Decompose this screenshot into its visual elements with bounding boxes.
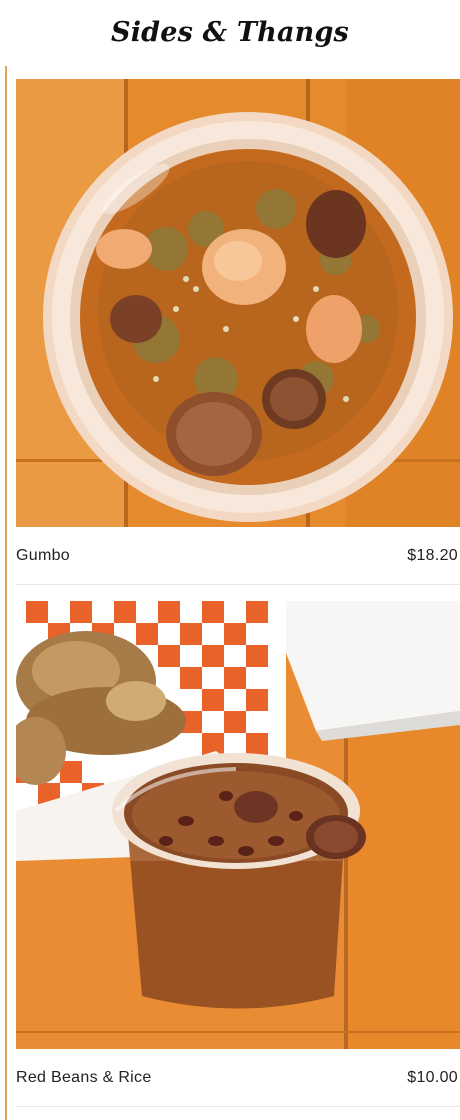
menu-item-card-red-beans-rice[interactable]: Red Beans & Rice $10.00: [16, 601, 460, 1107]
item-name: Gumbo: [16, 546, 70, 564]
red-beans-rice-photo[interactable]: [16, 601, 460, 1049]
item-price: $10.00: [407, 1068, 458, 1086]
menu-item-card-gumbo[interactable]: Gumbo $18.20: [16, 79, 460, 585]
menu-item-row[interactable]: Red Beans & Rice $10.00: [16, 1049, 460, 1107]
menu-item-row[interactable]: Gumbo $18.20: [16, 527, 460, 585]
accent-rule: [5, 66, 7, 1120]
gumbo-photo[interactable]: [16, 79, 460, 527]
section-title: Sides & Thangs: [111, 16, 349, 48]
item-name: Red Beans & Rice: [16, 1068, 152, 1086]
item-price: $18.20: [407, 546, 458, 564]
